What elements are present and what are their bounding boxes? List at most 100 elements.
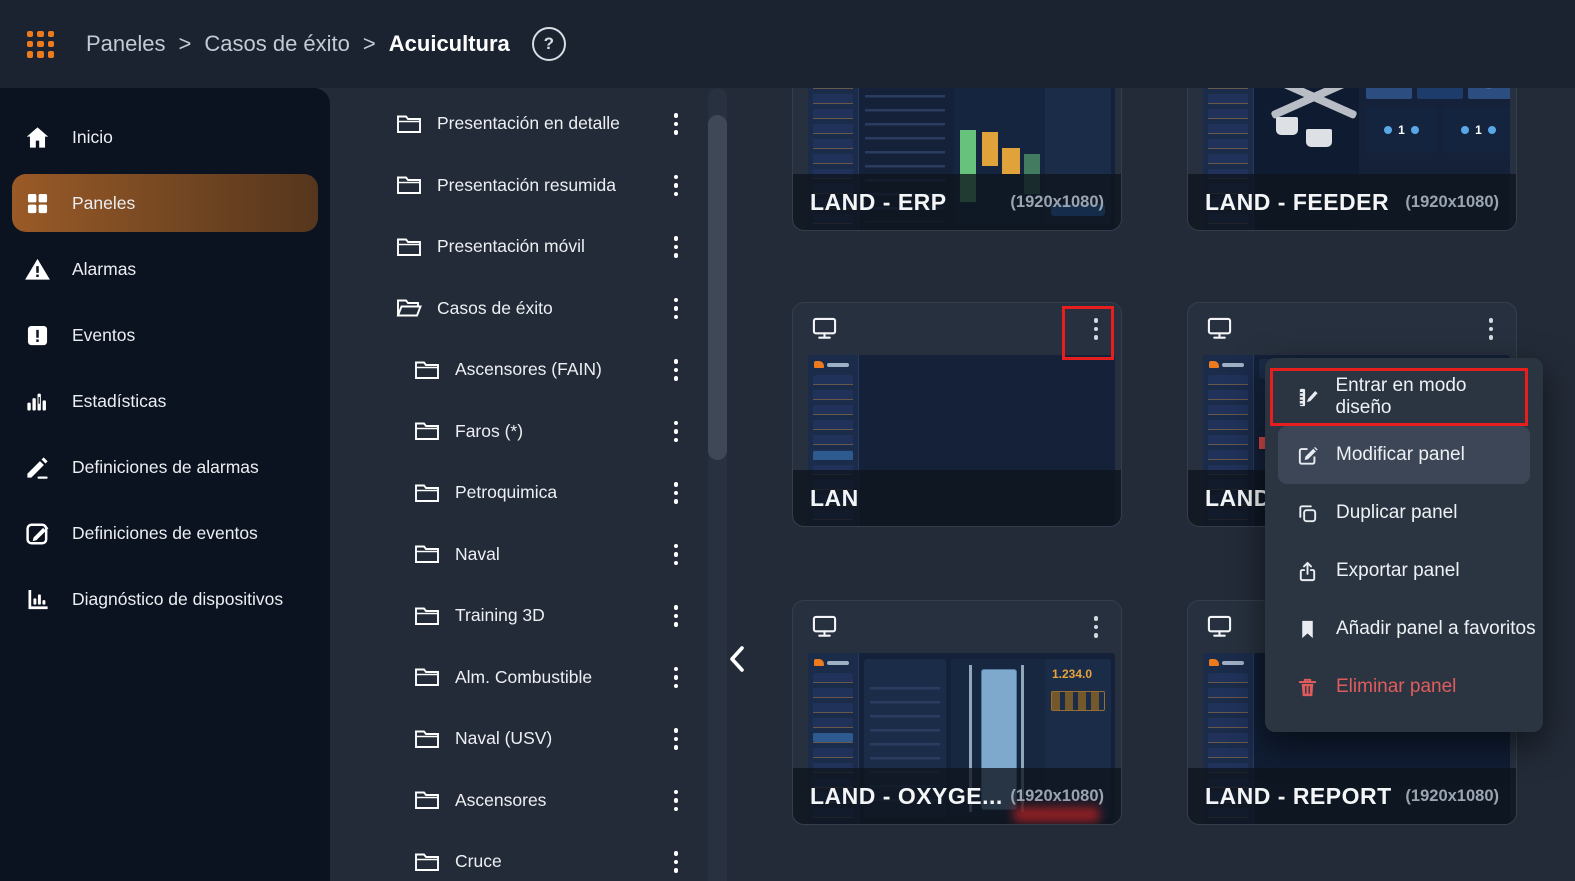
folder-item[interactable]: Presentación en detalle: [330, 93, 705, 155]
panel-context-menu: Entrar en modo diseño Modificar panel Du…: [1265, 358, 1543, 732]
menu-item-label: Duplicar panel: [1336, 502, 1458, 523]
card-kebab-menu-icon[interactable]: [1085, 610, 1107, 644]
app-launcher-icon[interactable]: [27, 30, 54, 58]
export-icon: [1299, 561, 1316, 581]
menu-item-anadir-panel-a-favoritos[interactable]: Añadir panel a favoritos: [1265, 600, 1543, 658]
folder-kebab-menu-icon[interactable]: [665, 291, 687, 325]
folder-closed-icon: [415, 607, 439, 625]
sidebar-item-label: Eventos: [72, 324, 136, 345]
sidebar-item-label: Diagnóstico de dispositivos: [72, 588, 284, 609]
breadcrumb-casos-de-exito[interactable]: Casos de éxito: [204, 31, 350, 57]
folder-list-scrollbar[interactable]: [708, 88, 727, 881]
panel-title: LAND - OXYGE...: [810, 782, 1003, 809]
folder-closed-icon: [415, 545, 439, 564]
trash-icon: [1298, 678, 1317, 696]
folder-kebab-menu-icon[interactable]: [665, 353, 687, 387]
folder-item[interactable]: Alm. Combustible: [330, 647, 705, 709]
folder-closed-icon: [397, 238, 421, 256]
panel-card-land-erp[interactable]: LAND - ERP (1920x1080): [792, 88, 1122, 231]
menu-item-eliminar-panel[interactable]: Eliminar panel: [1265, 658, 1543, 716]
card-kebab-menu-icon[interactable]: [1480, 312, 1502, 346]
folder-kebab-menu-icon[interactable]: [665, 783, 687, 817]
card-header: [793, 303, 1121, 360]
counter-value: 1: [1475, 123, 1482, 137]
folder-kebab-menu-icon[interactable]: [665, 537, 687, 571]
counter-value: 1: [1398, 123, 1405, 137]
pencil-square-icon: [26, 522, 49, 545]
fish-icon: [1477, 88, 1505, 90]
folder-item[interactable]: Cruce: [330, 831, 705, 881]
panel-card-land-oxygen[interactable]: 1.234.0 LAND - OXYGE... (1920x1080): [792, 600, 1122, 825]
menu-item-exportar-panel[interactable]: Exportar panel: [1265, 542, 1543, 600]
collapse-panel-button[interactable]: [724, 641, 750, 677]
folder-name: Presentación en detalle: [437, 113, 620, 134]
sidebar-item-alarmas[interactable]: Alarmas: [0, 236, 330, 302]
folder-kebab-menu-icon[interactable]: [665, 722, 687, 756]
sidebar-item-definiciones-alarmas[interactable]: Definiciones de alarmas: [0, 434, 330, 500]
folder-item[interactable]: Ascensores: [330, 770, 705, 832]
folder-item[interactable]: Ascensores (FAIN): [330, 339, 705, 401]
folder-kebab-menu-icon[interactable]: [665, 168, 687, 202]
home-icon: [26, 126, 49, 148]
card-footer: LAN: [793, 470, 1121, 526]
sidebar-item-label: Inicio: [72, 126, 113, 147]
panel-card-covered[interactable]: LAN: [792, 302, 1122, 527]
panel-title: LAN: [810, 484, 859, 511]
folder-closed-icon: [397, 115, 421, 133]
folder-item[interactable]: Training 3D: [330, 585, 705, 647]
thumb-oxygen-value: 1.234.0: [1052, 667, 1093, 681]
folder-kebab-menu-icon[interactable]: [665, 230, 687, 264]
folder-kebab-menu-icon[interactable]: [665, 107, 687, 141]
folder-item[interactable]: Naval: [330, 524, 705, 586]
folder-item[interactable]: Naval (USV): [330, 708, 705, 770]
panel-title: LAND - REPORT: [1205, 782, 1392, 809]
folder-kebab-menu-icon[interactable]: [665, 660, 687, 694]
sidebar-item-paneles[interactable]: Paneles: [12, 174, 318, 232]
folder-name: Alm. Combustible: [455, 666, 593, 687]
breadcrumb-paneles[interactable]: Paneles: [86, 31, 166, 57]
folder-name: Naval: [455, 543, 500, 564]
sidebar-item-inicio[interactable]: Inicio: [0, 104, 330, 170]
menu-item-label: Eliminar panel: [1336, 676, 1457, 697]
folder-kebab-menu-icon[interactable]: [665, 414, 687, 448]
folder-kebab-menu-icon[interactable]: [665, 845, 687, 879]
panel-resolution: (1920x1080): [1405, 192, 1499, 211]
top-header: Paneles > Casos de éxito > Acuicultura ?: [0, 0, 1575, 88]
menu-item-duplicar-panel[interactable]: Duplicar panel: [1265, 484, 1543, 542]
scrollbar-thumb[interactable]: [708, 115, 727, 460]
folder-name: Presentación móvil: [437, 236, 585, 257]
panel-title: LAND - FEEDER: [1205, 188, 1390, 215]
folder-item[interactable]: Faros (*): [330, 401, 705, 463]
sidebar-item-estadisticas[interactable]: Estadísticas: [0, 368, 330, 434]
thumb-red-smudge: [1014, 807, 1099, 822]
panel-card-land-feeder[interactable]: 1 1 LAND - FEEDER (1920x1080): [1187, 88, 1517, 231]
exclamation-square-icon: [27, 325, 48, 345]
folder-closed-icon: [415, 791, 439, 810]
thumb-counter-tile: 1: [1366, 107, 1437, 153]
menu-item-entrar-en-modo-diseno[interactable]: Entrar en modo diseño: [1270, 368, 1528, 426]
sidebar-item-diagnostico[interactable]: Diagnóstico de dispositivos: [0, 566, 330, 632]
monitor-icon: [812, 317, 837, 339]
card-header: [1188, 303, 1516, 355]
folder-item-open[interactable]: Casos de éxito: [330, 278, 705, 340]
folder-closed-icon: [415, 668, 439, 687]
folder-item[interactable]: Presentación móvil: [330, 216, 705, 278]
panel-resolution: (1920x1080): [1010, 786, 1104, 805]
sidebar-item-definiciones-eventos[interactable]: Definiciones de eventos: [0, 500, 330, 566]
folder-item[interactable]: Petroquimica: [330, 462, 705, 524]
folder-kebab-menu-icon[interactable]: [665, 599, 687, 633]
card-footer: LAND - FEEDER (1920x1080): [1188, 174, 1516, 230]
folder-name: Training 3D: [455, 605, 545, 626]
help-icon[interactable]: ?: [531, 27, 566, 61]
menu-item-modificar-panel[interactable]: Modificar panel: [1278, 426, 1530, 484]
folder-name: Petroquimica: [455, 482, 558, 503]
breadcrumb: Paneles > Casos de éxito > Acuicultura: [86, 31, 510, 57]
folder-kebab-menu-icon[interactable]: [665, 476, 687, 510]
folder-closed-icon: [415, 484, 439, 502]
folder-name: Presentación resumida: [437, 174, 616, 195]
red-highlight-kebab-box: [1062, 306, 1114, 360]
sidebar-item-label: Alarmas: [72, 258, 137, 279]
sidebar-item-eventos[interactable]: Eventos: [0, 302, 330, 368]
app: Paneles > Casos de éxito > Acuicultura ?…: [0, 0, 1575, 881]
folder-item[interactable]: Presentación resumida: [330, 155, 705, 217]
